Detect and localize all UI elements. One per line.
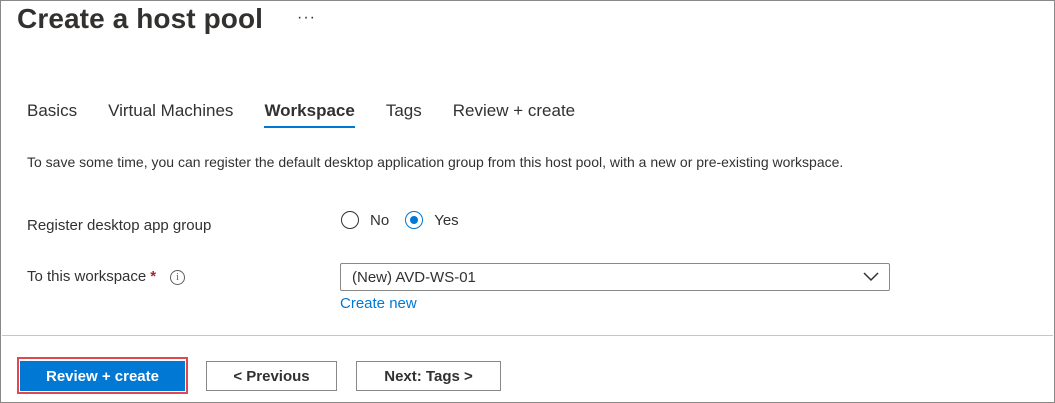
tab-workspace[interactable]: Workspace	[264, 101, 356, 128]
workspace-dropdown[interactable]: (New) AVD-WS-01	[340, 263, 890, 291]
page-title: Create a host pool	[17, 3, 264, 34]
next-tags-button[interactable]: Next: Tags >	[356, 361, 501, 391]
workspace-label: To this workspace * i	[27, 268, 186, 285]
info-icon[interactable]: i	[170, 270, 186, 285]
radio-yes[interactable]: Yes	[405, 211, 459, 229]
workspace-label-text: To this workspace	[27, 268, 147, 285]
more-horizontal-icon[interactable]: ···	[297, 9, 316, 27]
radio-yes-circle[interactable]	[405, 211, 424, 229]
create-host-pool-panel: Create a host pool ··· Basics Virtual Ma…	[0, 0, 1055, 403]
radio-yes-label: Yes	[434, 211, 459, 229]
chevron-down-icon	[863, 272, 879, 282]
tab-basics[interactable]: Basics	[27, 101, 77, 128]
tab-bar: Basics Virtual Machines Workspace Tags R…	[27, 101, 606, 128]
register-radio-group: No Yes	[341, 211, 475, 229]
radio-no[interactable]: No	[341, 211, 389, 229]
register-app-group-label: Register desktop app group	[27, 217, 212, 234]
radio-no-label: No	[370, 211, 390, 229]
intro-text: To save some time, you can register the …	[27, 154, 844, 170]
workspace-dropdown-value: (New) AVD-WS-01	[352, 268, 476, 286]
radio-no-circle[interactable]	[341, 211, 359, 229]
tab-review-create[interactable]: Review + create	[453, 101, 575, 128]
tab-virtual-machines[interactable]: Virtual Machines	[108, 101, 233, 128]
tab-tags[interactable]: Tags	[386, 101, 422, 128]
review-create-button[interactable]: Review + create	[20, 361, 185, 391]
footer-divider	[2, 335, 1053, 336]
required-marker: *	[150, 268, 157, 285]
create-new-link[interactable]: Create new	[340, 295, 417, 312]
previous-button[interactable]: < Previous	[206, 361, 337, 391]
